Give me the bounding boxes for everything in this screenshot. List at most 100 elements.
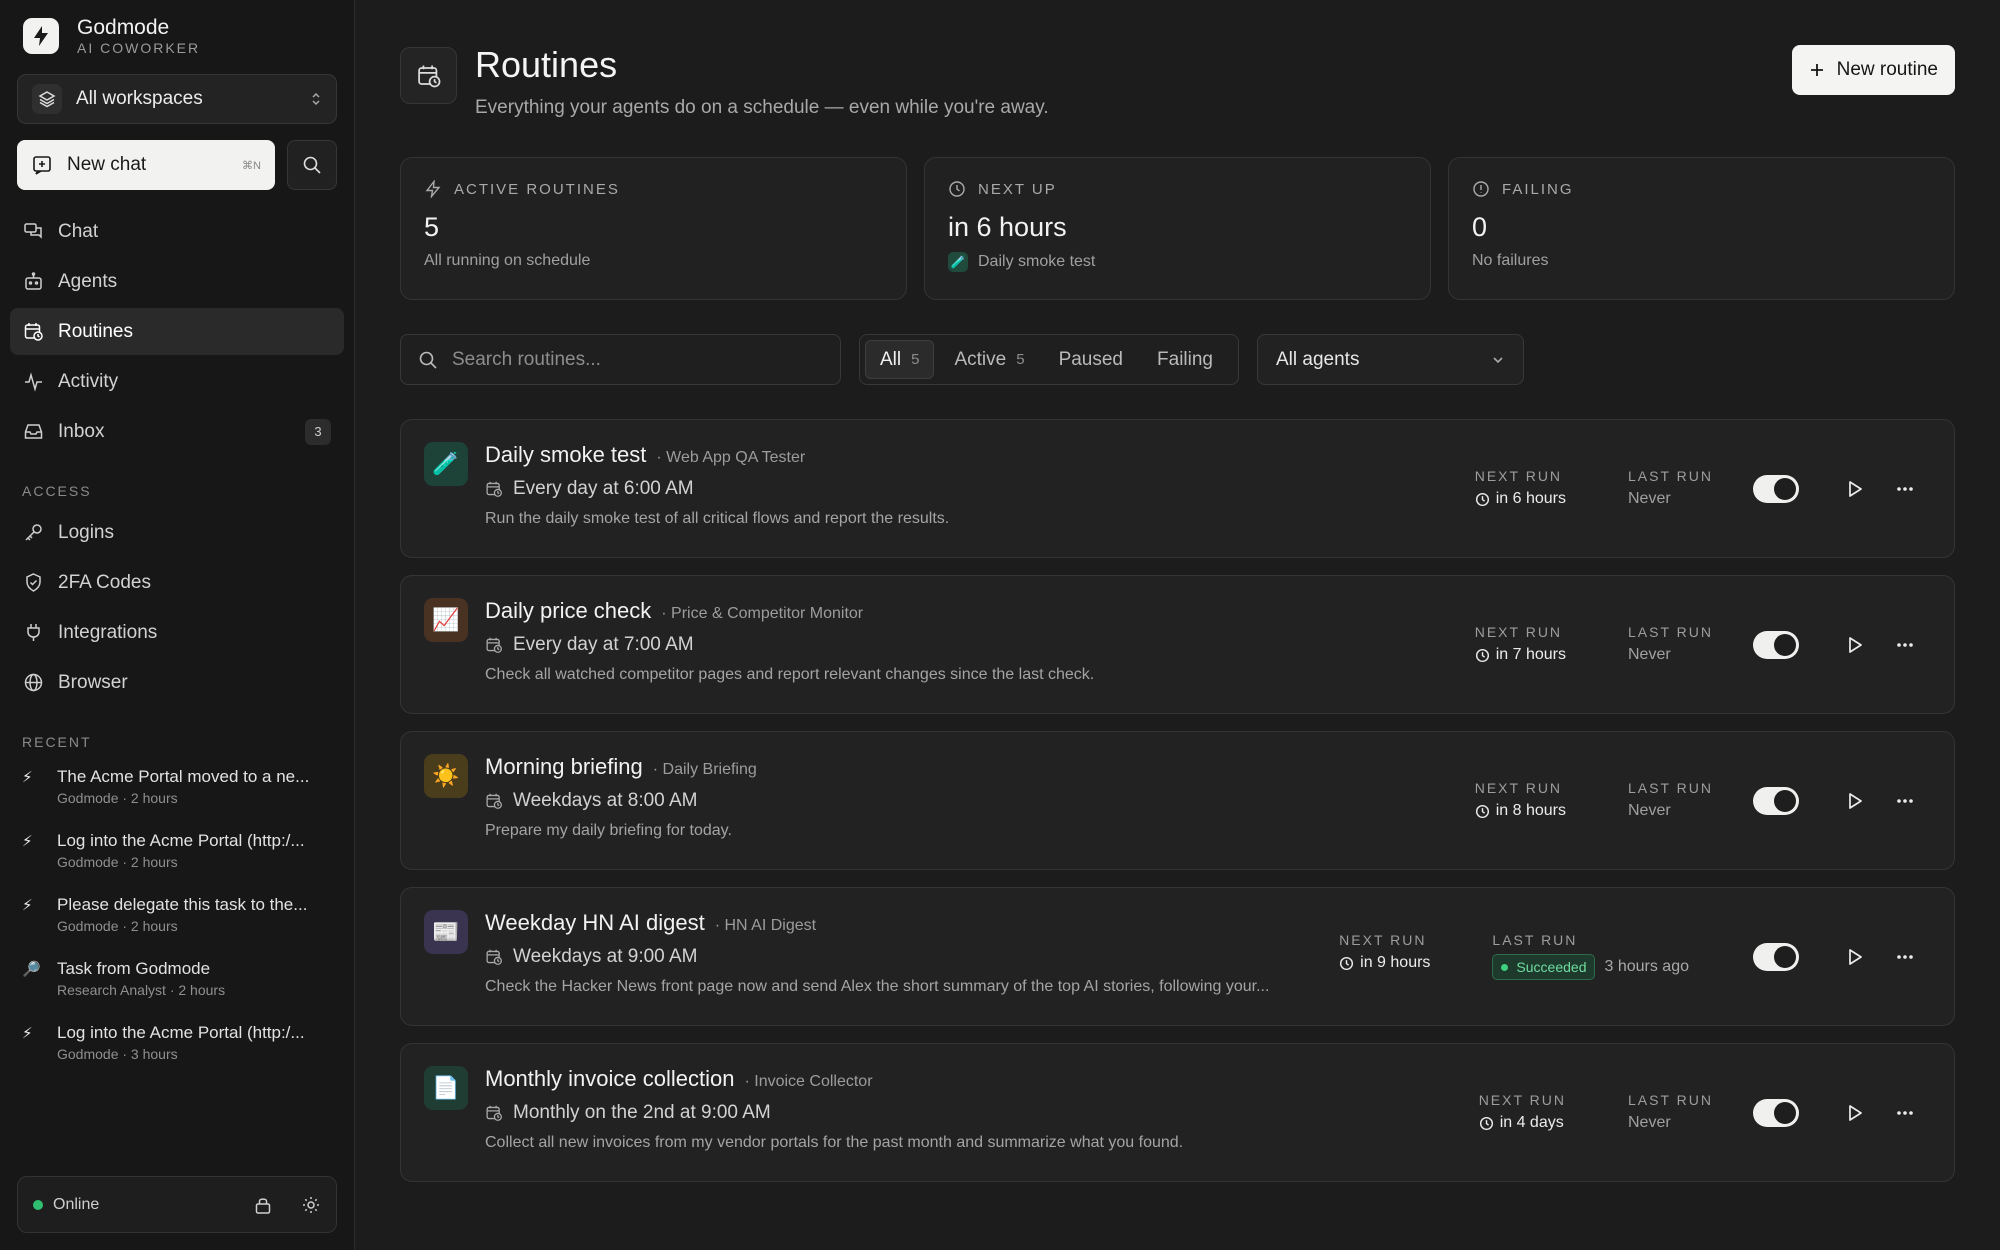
- sidebar-item-routines[interactable]: Routines: [10, 308, 344, 355]
- settings-button[interactable]: [301, 1195, 321, 1215]
- clock-icon: [1475, 648, 1489, 662]
- lock-icon: [255, 1197, 271, 1214]
- sidebar-item-2fa-codes[interactable]: 2FA Codes: [10, 559, 344, 606]
- routine-emoji-icon: 📄: [424, 1066, 468, 1110]
- run-info: NEXT RUN in 9 hours LAST RUN Succeeded 3 …: [1339, 932, 1751, 980]
- recent-item[interactable]: ⚡ Log into the Acme Portal (http:/... God…: [17, 1016, 337, 1070]
- more-options-button[interactable]: [1889, 941, 1921, 973]
- filter-paused[interactable]: Paused: [1045, 340, 1137, 379]
- last-run-label: LAST RUN: [1628, 468, 1713, 484]
- routine-enabled-toggle[interactable]: [1753, 630, 1799, 659]
- workspace-select[interactable]: All workspaces: [17, 74, 337, 124]
- sidebar: Godmode AI COWORKER All workspaces New c…: [0, 0, 355, 1250]
- sidebar-item-inbox[interactable]: Inbox 3: [10, 408, 344, 455]
- lock-button[interactable]: [253, 1195, 273, 1215]
- agent-filter-select[interactable]: All agents: [1257, 334, 1524, 385]
- sidebar-item-activity[interactable]: Activity: [10, 358, 344, 405]
- sidebar-item-label: Agents: [58, 270, 118, 292]
- more-options-button[interactable]: [1889, 1097, 1921, 1129]
- routine-schedule: Weekdays at 8:00 AM: [513, 790, 698, 811]
- plus-icon: [1810, 64, 1823, 76]
- last-run-value: Never: [1628, 802, 1671, 819]
- sidebar-item-integrations[interactable]: Integrations: [10, 609, 344, 656]
- routines-icon: [400, 47, 457, 104]
- recent-item[interactable]: ⚡ Please delegate this task to the... God…: [17, 888, 337, 942]
- sidebar-item-chat[interactable]: Chat: [10, 208, 344, 255]
- run-now-button[interactable]: [1839, 941, 1871, 973]
- filter-active[interactable]: Active 5: [940, 340, 1038, 379]
- next-run-label: NEXT RUN: [1474, 624, 1563, 640]
- recent-item[interactable]: ⚡ The Acme Portal moved to a ne... Godmod…: [17, 760, 337, 814]
- sidebar-item-label: Integrations: [58, 621, 158, 643]
- more-options-button[interactable]: [1889, 629, 1921, 661]
- more-options-button[interactable]: [1889, 785, 1921, 817]
- run-now-button[interactable]: [1839, 1097, 1871, 1129]
- recent-item[interactable]: ⚡ Log into the Acme Portal (http:/... God…: [17, 824, 337, 878]
- clock-icon: [1479, 1116, 1493, 1130]
- routine-agent: · Daily Briefing: [652, 761, 757, 778]
- more-horizontal-icon: [1897, 954, 1913, 959]
- filter-failing[interactable]: Failing: [1143, 340, 1227, 379]
- routine-emoji-icon: ☀️: [424, 754, 468, 798]
- routine-agent: · Price & Competitor Monitor: [661, 605, 864, 622]
- plug-icon: [27, 624, 40, 641]
- search-input[interactable]: [452, 348, 812, 371]
- sidebar-item-logins[interactable]: Logins: [10, 509, 344, 556]
- filter-label: Paused: [1058, 348, 1124, 370]
- routine-list: 🧪 Daily smoke test · Web App QA Tester E…: [400, 419, 1955, 1182]
- routine-card[interactable]: 🧪 Daily smoke test · Web App QA Tester E…: [400, 419, 1955, 558]
- last-run-value: Never: [1628, 490, 1671, 507]
- filter-count: 5: [1016, 351, 1025, 368]
- more-options-button[interactable]: [1889, 473, 1921, 505]
- chevron-updown-icon: [312, 92, 320, 106]
- new-chat-button[interactable]: New chat ⌘N: [17, 140, 275, 190]
- main-nav: Chat Agents Routines Activity Inbox 3: [10, 208, 344, 455]
- brand: Godmode AI COWORKER: [17, 0, 337, 72]
- sidebar-search-button[interactable]: [287, 140, 337, 190]
- bolt-icon: ⚡: [22, 833, 33, 850]
- recent-item[interactable]: 🔎 Task from Godmode Research Analyst · 2 …: [17, 952, 337, 1006]
- run-now-button[interactable]: [1839, 473, 1871, 505]
- run-now-button[interactable]: [1839, 785, 1871, 817]
- stat-card-failing: FAILING 0 No failures: [1448, 157, 1955, 300]
- sidebar-item-browser[interactable]: Browser: [10, 659, 344, 706]
- agent-filter-label: All agents: [1276, 348, 1360, 370]
- routine-card[interactable]: 📰 Weekday HN AI digest · HN AI Digest We…: [400, 887, 1955, 1026]
- new-routine-button[interactable]: New routine: [1791, 45, 1955, 95]
- layers-icon: [32, 84, 62, 114]
- new-chat-label: New chat: [67, 154, 147, 175]
- routine-enabled-toggle[interactable]: [1753, 786, 1799, 815]
- more-horizontal-icon: [1897, 642, 1913, 647]
- recent-item-title: Log into the Acme Portal (http:/...: [57, 1023, 305, 1042]
- bolt-icon: ⚡: [22, 897, 33, 914]
- routine-card[interactable]: 📄 Monthly invoice collection · Invoice C…: [400, 1043, 1955, 1182]
- routine-card[interactable]: ☀️ Morning briefing · Daily Briefing Wee…: [400, 731, 1955, 870]
- routine-schedule: Every day at 7:00 AM: [513, 634, 694, 655]
- calendar-clock-icon: [486, 949, 502, 965]
- routine-card[interactable]: 📈 Daily price check · Price & Competitor…: [400, 575, 1955, 714]
- routine-title: Morning briefing: [485, 754, 643, 779]
- last-run-label: LAST RUN: [1628, 1092, 1713, 1108]
- routine-enabled-toggle[interactable]: [1753, 1098, 1799, 1127]
- run-now-button[interactable]: [1839, 629, 1871, 661]
- chevron-down-icon: [1493, 356, 1503, 363]
- clock-icon: [949, 181, 965, 197]
- inbox-count-badge: 3: [305, 418, 331, 445]
- run-info: NEXT RUN in 6 hours LAST RUN Never: [1475, 468, 1744, 508]
- routine-agent: · Invoice Collector: [744, 1073, 873, 1090]
- run-info: NEXT RUN in 8 hours LAST RUN Never: [1475, 780, 1744, 820]
- sidebar-item-label: 2FA Codes: [58, 571, 151, 593]
- stat-label: ACTIVE ROUTINES: [454, 180, 620, 198]
- filter-label: All: [880, 348, 902, 370]
- recent-item-meta: Godmode · 2 hours: [57, 790, 178, 806]
- sidebar-item-agents[interactable]: Agents: [10, 258, 344, 305]
- routine-description: Collect all new invoices from my vendor …: [485, 1134, 1184, 1151]
- new-chat-shortcut: ⌘N: [242, 159, 261, 172]
- stat-value: in 6 hours: [948, 212, 1067, 242]
- filter-all[interactable]: All 5: [865, 340, 935, 379]
- bolt-icon: ⚡: [22, 769, 33, 786]
- test-tube-icon: 🧪: [948, 252, 968, 272]
- routine-enabled-toggle[interactable]: [1753, 474, 1799, 503]
- routine-enabled-toggle[interactable]: [1753, 942, 1799, 971]
- activity-icon: [25, 372, 42, 392]
